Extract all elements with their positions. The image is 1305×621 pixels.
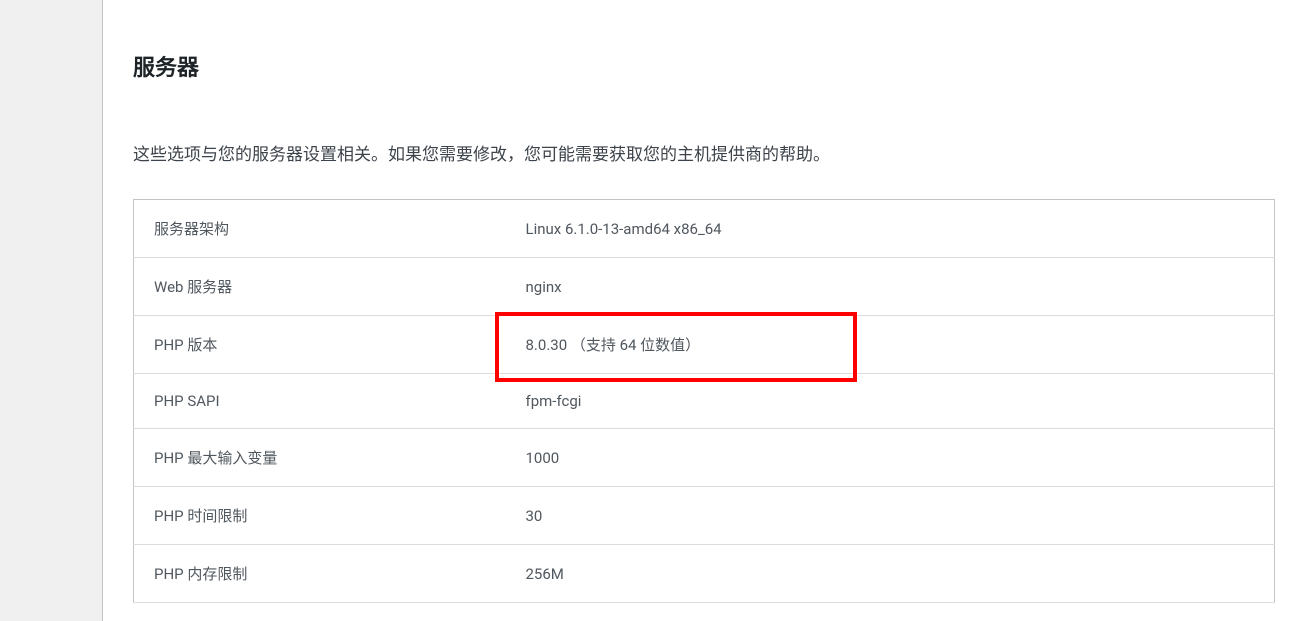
table-row: PHP SAPI fpm-fcgi [134,374,1275,429]
table-row: Web 服务器 nginx [134,258,1275,316]
row-value-php-memory-limit: 256M [506,545,1275,603]
row-value-server-arch: Linux 6.1.0-13-amd64 x86_64 [506,200,1275,258]
row-label-web-server: Web 服务器 [134,258,506,316]
content-area: 服务器 这些选项与您的服务器设置相关。如果您需要修改，您可能需要获取您的主机提供… [103,0,1305,621]
row-label-php-version: PHP 版本 [134,316,506,374]
row-value-web-server: nginx [506,258,1275,316]
row-label-php-memory-limit: PHP 内存限制 [134,545,506,603]
row-value-php-sapi: fpm-fcgi [506,374,1275,429]
row-value-php-time-limit: 30 [506,487,1275,545]
row-label-php-max-input: PHP 最大输入变量 [134,429,506,487]
row-label-server-arch: 服务器架构 [134,200,506,258]
section-title: 服务器 [133,50,1275,82]
table-row: 服务器架构 Linux 6.1.0-13-amd64 x86_64 [134,200,1275,258]
row-label-php-time-limit: PHP 时间限制 [134,487,506,545]
table-row: PHP 时间限制 30 [134,487,1275,545]
table-row: PHP 内存限制 256M [134,545,1275,603]
admin-sidebar [0,0,103,621]
row-value-php-max-input: 1000 [506,429,1275,487]
server-info-table: 服务器架构 Linux 6.1.0-13-amd64 x86_64 Web 服务… [133,199,1275,603]
table-row: PHP 最大输入变量 1000 [134,429,1275,487]
table-row: PHP 版本 8.0.30 （支持 64 位数值） [134,316,1275,374]
row-value-php-version: 8.0.30 （支持 64 位数值） [506,316,1275,374]
row-label-php-sapi: PHP SAPI [134,374,506,429]
section-description: 这些选项与您的服务器设置相关。如果您需要修改，您可能需要获取您的主机提供商的帮助… [133,142,1275,169]
content-inner: 服务器 这些选项与您的服务器设置相关。如果您需要修改，您可能需要获取您的主机提供… [103,0,1305,603]
